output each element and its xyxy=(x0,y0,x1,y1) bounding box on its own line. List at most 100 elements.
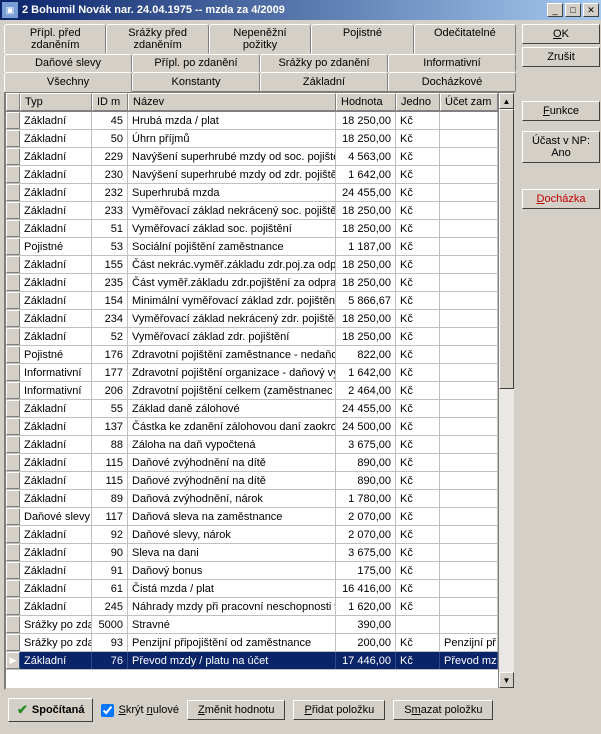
cell-jednotka: Kč xyxy=(396,346,440,363)
tab-nepenezni[interactable]: Nepeněžní požitky xyxy=(209,24,311,54)
cell-nazev: Daňová zvýhodnění, nárok xyxy=(128,490,336,507)
close-button[interactable]: ✕ xyxy=(583,3,599,17)
table-row[interactable]: Základní229Navýšení superhrubé mzdy od s… xyxy=(6,148,498,166)
tab-vsechny[interactable]: Všechny xyxy=(4,72,132,92)
status-button[interactable]: ✔ Spočítaná xyxy=(8,698,93,722)
table-row[interactable]: Informativní206Zdravotní pojištění celke… xyxy=(6,382,498,400)
vertical-scrollbar[interactable]: ▲ ▼ xyxy=(498,93,514,688)
table-row[interactable]: Základní89Daňová zvýhodnění, nárok1 780,… xyxy=(6,490,498,508)
check-icon: ✔ xyxy=(17,702,28,718)
attendance-button[interactable]: Docházka xyxy=(522,189,600,209)
cell-jednotka: Kč xyxy=(396,238,440,255)
col-ucet[interactable]: Účet zam xyxy=(440,93,498,111)
scroll-thumb[interactable] xyxy=(499,109,514,389)
cell-typ: Základní xyxy=(20,310,92,327)
cell-nazev: Náhrady mzdy při pracovní neschopnosti v xyxy=(128,598,336,615)
cell-hodnota: 24 455,00 xyxy=(336,400,396,417)
hide-zero-checkbox[interactable]: Skrýt nulové xyxy=(101,704,179,717)
cell-id: 177 xyxy=(92,364,128,381)
add-item-button[interactable]: Přidat položku xyxy=(293,700,385,720)
scroll-down-button[interactable]: ▼ xyxy=(499,672,514,688)
table-row[interactable]: Základní115Daňové zvýhodnění na dítě890,… xyxy=(6,454,498,472)
data-grid[interactable]: Typ ID m Název Hodnota Jedno Účet zam Zá… xyxy=(6,93,498,688)
col-typ[interactable]: Typ xyxy=(20,93,92,111)
table-row[interactable]: Základní88Záloha na daň vypočtená3 675,0… xyxy=(6,436,498,454)
tab-pripl-po[interactable]: Přípl. po zdanění xyxy=(132,54,260,72)
cell-ucet xyxy=(440,346,498,363)
table-row[interactable]: Základní92Daňové slevy, nárok2 070,00Kč xyxy=(6,526,498,544)
table-row[interactable]: Základní230Navýšení superhrubé mzdy od z… xyxy=(6,166,498,184)
row-marker xyxy=(6,490,20,507)
col-nazev[interactable]: Název xyxy=(128,93,336,111)
tab-pripl-pred[interactable]: Přípl. před zdaněním xyxy=(4,24,106,54)
table-row[interactable]: ▶Základní76Převod mzdy / platu na účet17… xyxy=(6,652,498,670)
table-row[interactable]: Základní51Vyměřovací základ soc. pojiště… xyxy=(6,220,498,238)
table-row[interactable]: Základní91Daňový bonus175,00Kč xyxy=(6,562,498,580)
table-row[interactable]: Srážky po zdan93Penzijní připojištění od… xyxy=(6,634,498,652)
hide-zero-label: Skrýt nulové xyxy=(118,704,179,716)
cell-id: 235 xyxy=(92,274,128,291)
cancel-button[interactable]: Zrušit xyxy=(522,47,600,67)
cell-hodnota: 1 642,00 xyxy=(336,364,396,381)
cell-typ: Základní xyxy=(20,652,92,669)
table-row[interactable]: Pojistné53Sociální pojištění zaměstnance… xyxy=(6,238,498,256)
tab-srazky-pred[interactable]: Srážky před zdaněním xyxy=(106,24,208,54)
col-marker[interactable] xyxy=(6,93,20,111)
tab-srazky-po[interactable]: Srážky po zdanění xyxy=(260,54,388,72)
window-title: 2 Bohumil Novák nar. 24.04.1975 -- mzda … xyxy=(22,4,545,16)
table-row[interactable]: Daňové slevy117Daňová sleva na zaměstnan… xyxy=(6,508,498,526)
table-row[interactable]: Základní137Částka ke zdanění zálohovou d… xyxy=(6,418,498,436)
table-row[interactable]: Srážky po zdan5000Stravné390,00 xyxy=(6,616,498,634)
table-row[interactable]: Základní52Vyměřovací základ zdr. pojiště… xyxy=(6,328,498,346)
change-value-button[interactable]: Změnit hodnotu xyxy=(187,700,285,720)
col-jednotka[interactable]: Jedno xyxy=(396,93,440,111)
row-marker xyxy=(6,346,20,363)
table-row[interactable]: Základní45Hrubá mzda / plat18 250,00Kč xyxy=(6,112,498,130)
cell-nazev: Sociální pojištění zaměstnance xyxy=(128,238,336,255)
cell-nazev: Daňové zvýhodnění na dítě xyxy=(128,472,336,489)
col-id[interactable]: ID m xyxy=(92,93,128,111)
scroll-up-button[interactable]: ▲ xyxy=(499,93,514,109)
table-row[interactable]: Základní245Náhrady mzdy při pracovní nes… xyxy=(6,598,498,616)
row-marker xyxy=(6,418,20,435)
table-row[interactable]: Základní50Úhrn příjmů18 250,00Kč xyxy=(6,130,498,148)
tab-danove-slevy[interactable]: Daňové slevy xyxy=(4,54,132,72)
table-row[interactable]: Základní155Část nekrác.vyměř.základu zdr… xyxy=(6,256,498,274)
tab-dochazkove[interactable]: Docházkové xyxy=(388,72,516,92)
tab-informativni[interactable]: Informativní xyxy=(388,54,516,72)
table-row[interactable]: Pojistné176Zdravotní pojištění zaměstnan… xyxy=(6,346,498,364)
table-row[interactable]: Základní115Daňové zvýhodnění na dítě890,… xyxy=(6,472,498,490)
grid-container: Typ ID m Název Hodnota Jedno Účet zam Zá… xyxy=(4,91,516,690)
hide-zero-input[interactable] xyxy=(101,704,114,717)
row-marker xyxy=(6,112,20,129)
row-marker xyxy=(6,598,20,615)
cell-nazev: Částka ke zdanění zálohovou daní zaokrou xyxy=(128,418,336,435)
table-row[interactable]: Základní233Vyměřovací základ nekrácený s… xyxy=(6,202,498,220)
cell-nazev: Část vyměř.základu zdr.pojištění za odpr… xyxy=(128,274,336,291)
scroll-track[interactable] xyxy=(499,109,514,672)
np-button[interactable]: Účast v NP: Ano xyxy=(522,131,600,163)
table-row[interactable]: Informativní177Zdravotní pojištění organ… xyxy=(6,364,498,382)
cell-ucet xyxy=(440,364,498,381)
maximize-button[interactable]: □ xyxy=(565,3,581,17)
cell-hodnota: 17 446,00 xyxy=(336,652,396,669)
cell-typ: Základní xyxy=(20,490,92,507)
tab-pojistne[interactable]: Pojistné xyxy=(311,24,413,54)
col-hodnota[interactable]: Hodnota xyxy=(336,93,396,111)
table-row[interactable]: Základní61Čistá mzda / plat16 416,00Kč xyxy=(6,580,498,598)
table-row[interactable]: Základní55Základ daně zálohové24 455,00K… xyxy=(6,400,498,418)
table-row[interactable]: Základní232Superhrubá mzda24 455,00Kč xyxy=(6,184,498,202)
cell-jednotka: Kč xyxy=(396,544,440,561)
tab-zakladni[interactable]: Základní xyxy=(260,72,388,92)
minimize-button[interactable]: _ xyxy=(547,3,563,17)
functions-button[interactable]: Funkce xyxy=(522,101,600,121)
table-row[interactable]: Základní235Část vyměř.základu zdr.pojišt… xyxy=(6,274,498,292)
row-marker xyxy=(6,310,20,327)
ok-button[interactable]: OK xyxy=(522,24,600,44)
table-row[interactable]: Základní154Minimální vyměřovací základ z… xyxy=(6,292,498,310)
tab-odecitatelne[interactable]: Odečitatelné xyxy=(414,24,516,54)
delete-item-button[interactable]: Smazat položku xyxy=(393,700,493,720)
table-row[interactable]: Základní90Sleva na dani3 675,00Kč xyxy=(6,544,498,562)
table-row[interactable]: Základní234Vyměřovací základ nekrácený z… xyxy=(6,310,498,328)
tab-konstanty[interactable]: Konstanty xyxy=(132,72,260,92)
